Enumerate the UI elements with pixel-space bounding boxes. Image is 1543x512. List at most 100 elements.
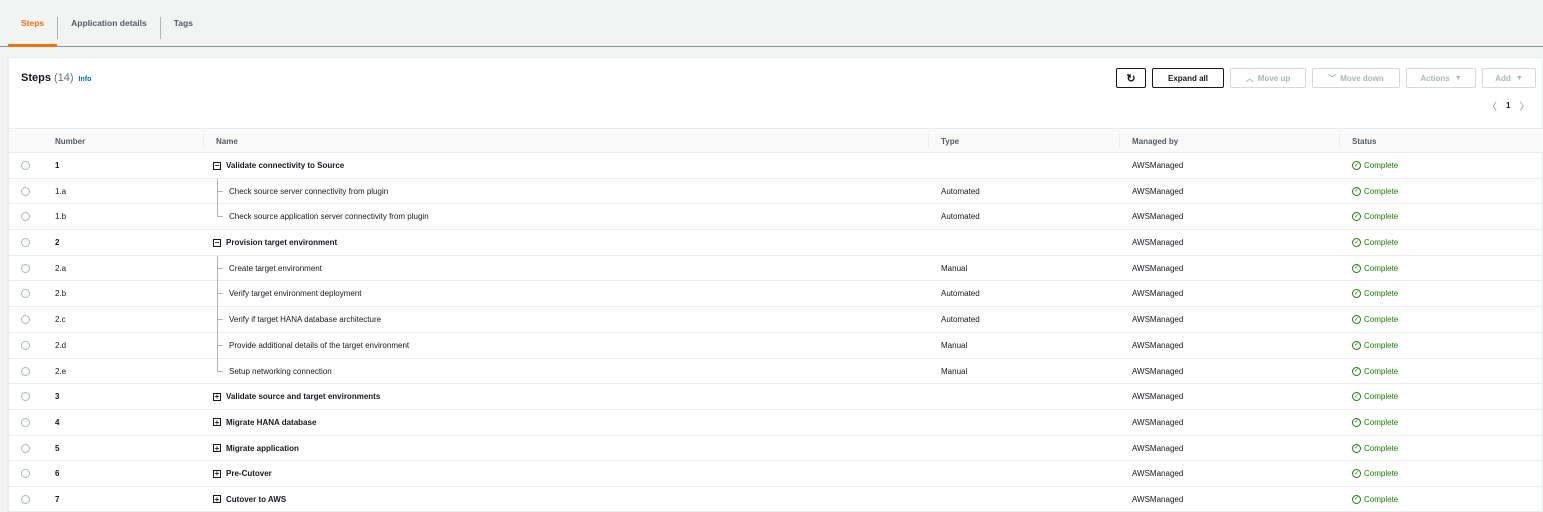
table-row[interactable]: 1 − Validate connectivity to Source AWSMana… [9, 153, 1543, 179]
refresh-button[interactable]: ↻ [1116, 68, 1146, 88]
actions-dropdown[interactable]: Actions ▼ [1406, 68, 1476, 88]
step-name-cell: Check source server connectivity from pl… [229, 179, 388, 204]
managed-by: AWSManaged [1132, 315, 1184, 325]
row-select-radio[interactable] [21, 263, 30, 273]
table-row[interactable]: 2.e Setup networking connection Manual AWSM… [9, 358, 1543, 385]
previous-page-icon[interactable]: 〈 [1487, 98, 1497, 113]
tree-connector [217, 255, 218, 282]
table-row[interactable]: 4 + Migrate HANA database AWSManaged ✓ Comple… [9, 410, 1543, 436]
refresh-icon: ↻ [1126, 72, 1136, 85]
row-select-radio[interactable] [21, 469, 30, 479]
row-select-radio[interactable] [21, 366, 30, 376]
move-down-label: Move down [1340, 73, 1384, 83]
table-row[interactable]: 6 + Pre-Cutover AWSManaged ✓ Complete [9, 461, 1543, 487]
row-select-radio[interactable] [21, 238, 30, 248]
table-row[interactable]: 2.d Provide additional details of the tar… [9, 332, 1543, 359]
tree-connector [217, 216, 223, 218]
check-circle-icon: ✓ [1352, 161, 1361, 170]
step-name-cell: Setup networking connection [229, 359, 332, 384]
column-header-number[interactable]: Number [55, 129, 85, 153]
row-select-radio[interactable] [21, 315, 30, 325]
info-link[interactable]: Info [79, 76, 92, 83]
managed-by: AWSManaged [1132, 212, 1184, 222]
status-indicator: ✓ Complete [1352, 204, 1398, 229]
step-name: Create target environment [229, 263, 322, 273]
column-header-status[interactable]: Status [1352, 129, 1376, 153]
step-type: Manual [941, 340, 968, 350]
row-select-radio[interactable] [21, 212, 30, 222]
row-select-radio[interactable] [21, 340, 30, 350]
column-divider [203, 134, 204, 148]
tab-tags[interactable]: Tags [161, 0, 206, 46]
step-number: 2.c [55, 315, 66, 325]
row-select-radio[interactable] [21, 494, 30, 504]
column-header-type[interactable]: Type [941, 129, 959, 153]
column-header-managed-by[interactable]: Managed by [1132, 129, 1178, 153]
status-indicator: ✓ Complete [1352, 384, 1398, 409]
table-row[interactable]: 2.c Verify if target HANA database archit… [9, 307, 1543, 334]
table-row[interactable]: 5 + Migrate application AWSManaged ✓ Complete [9, 436, 1543, 462]
row-select-radio[interactable] [21, 392, 30, 402]
expand-icon[interactable]: + [213, 444, 221, 453]
caret-down-icon: ▼ [1515, 74, 1523, 82]
steps-panel: Steps (14) Info ↻ Expand all ︿ Move up ﹀… [8, 57, 1543, 512]
step-name: Pre-Cutover [226, 469, 272, 479]
expand-icon[interactable]: + [213, 392, 221, 401]
step-name-cell: Verify if target HANA database architect… [229, 307, 381, 332]
add-dropdown[interactable]: Add ▼ [1482, 68, 1536, 88]
step-type: Automated [941, 315, 980, 325]
column-header-name[interactable]: Name [216, 129, 238, 153]
expand-all-button[interactable]: Expand all [1152, 68, 1224, 88]
chevron-up-icon: ︿ [1245, 73, 1254, 83]
check-circle-icon: ✓ [1352, 443, 1361, 453]
check-circle-icon: ✓ [1352, 417, 1361, 427]
expand-icon[interactable]: + [213, 495, 221, 504]
table-row[interactable]: 2 − Provision target environment AWSManaged… [9, 230, 1543, 256]
status-indicator: ✓ Complete [1352, 410, 1398, 435]
step-name-cell: + Migrate application [213, 436, 299, 461]
managed-by: AWSManaged [1132, 494, 1184, 504]
table-row[interactable]: 3 + Validate source and target environment… [9, 384, 1543, 410]
step-name-cell: Verify target environment deployment [229, 281, 362, 306]
row-select-radio[interactable] [21, 161, 30, 170]
step-name-cell: Provide additional details of the target… [229, 333, 409, 358]
table-row[interactable]: 7 + Cutover to AWS AWSManaged ✓ Complete [9, 487, 1543, 512]
tab-application-details[interactable]: Application details [58, 0, 160, 46]
status-indicator: ✓ Complete [1352, 179, 1398, 204]
status-text: Complete [1364, 186, 1399, 196]
current-page[interactable]: 1 [1506, 101, 1510, 110]
column-divider [1119, 134, 1120, 148]
table-row[interactable]: 1.a Check source server connectivity from… [9, 178, 1543, 205]
collapse-icon[interactable]: − [213, 238, 221, 247]
collapse-icon[interactable]: − [213, 161, 221, 170]
step-type: Automated [941, 289, 980, 299]
row-select-radio[interactable] [21, 289, 30, 299]
step-number: 2.b [55, 289, 67, 299]
tree-connector [217, 190, 223, 192]
status-text: Complete [1364, 238, 1399, 248]
status-text: Complete [1364, 340, 1399, 350]
step-name: Verify if target HANA database architect… [229, 315, 382, 325]
row-select-radio[interactable] [21, 186, 30, 196]
move-up-label: Move up [1257, 73, 1291, 83]
next-page-icon[interactable]: 〉 [1519, 98, 1529, 113]
expand-icon[interactable]: + [213, 469, 221, 478]
check-circle-icon: ✓ [1352, 315, 1361, 325]
step-name-cell: Create target environment [229, 256, 322, 281]
move-down-button[interactable]: ﹀ Move down [1312, 68, 1400, 88]
tab-steps[interactable]: Steps [8, 0, 58, 47]
row-select-radio[interactable] [21, 417, 30, 427]
status-indicator: ✓ Complete [1352, 436, 1398, 461]
status-indicator: ✓ Complete [1352, 461, 1398, 486]
table-row[interactable]: 2.b Verify target environment deployment A… [9, 281, 1543, 308]
table-body: 1− Validate connectivity to Source AWSMana… [9, 153, 1543, 512]
move-up-button[interactable]: ︿ Move up [1230, 68, 1306, 88]
step-number: 1.b [55, 212, 67, 222]
tab-bar: Steps Application details Tags [0, 0, 1543, 47]
expand-icon[interactable]: + [213, 418, 221, 427]
table-row[interactable]: 2.a Create target environment Manual AWSMan… [9, 255, 1543, 282]
step-name: Verify target environment deployment [229, 289, 362, 299]
table-row[interactable]: 1.b Check source application server conne… [9, 204, 1543, 231]
row-select-radio[interactable] [21, 443, 30, 453]
step-name-cell: + Cutover to AWS [213, 487, 286, 512]
